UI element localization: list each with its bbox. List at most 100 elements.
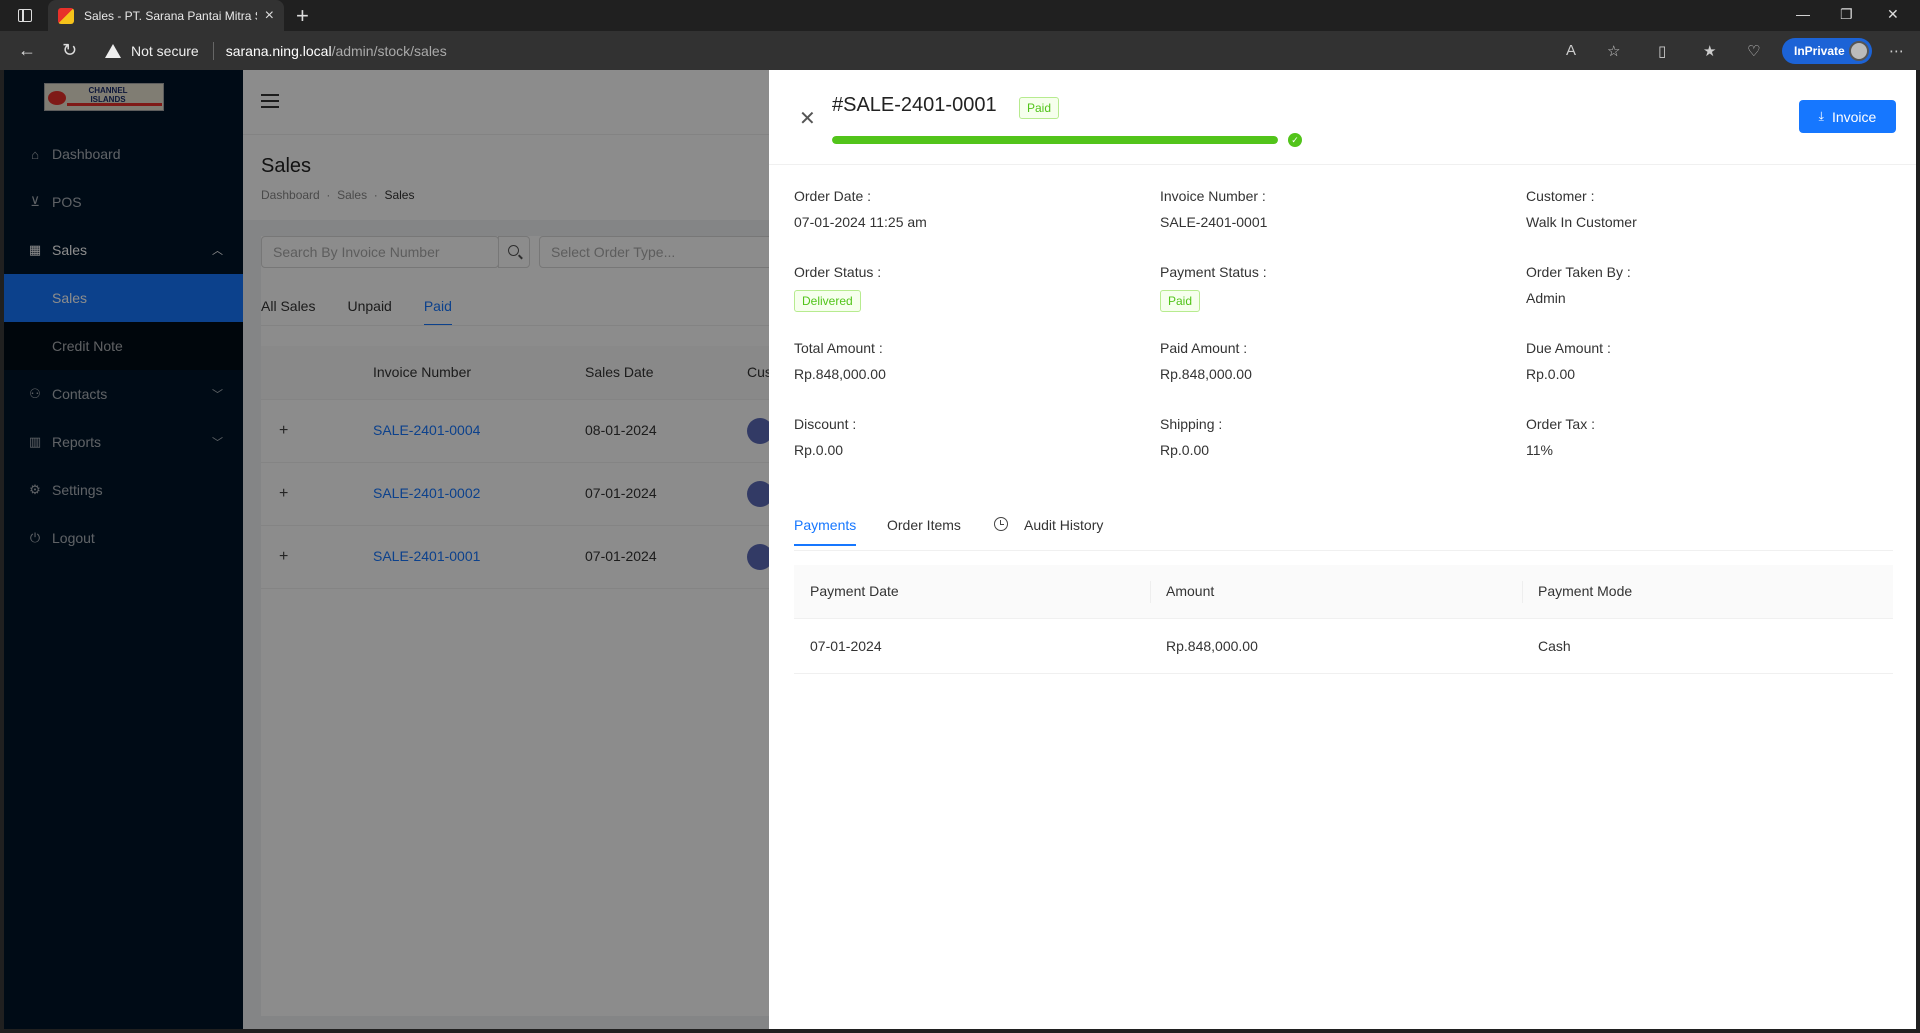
due-amount-value: Rp.0.00: [1526, 366, 1576, 382]
back-icon[interactable]: ←: [18, 40, 36, 61]
invoice-number-value: SALE-2401-0001: [1160, 214, 1268, 230]
drawer-header: ✕ #SALE-2401-0001 Paid ✓ ⤓ Invoice: [769, 70, 1916, 165]
discount-value: Rp.0.00: [794, 442, 844, 458]
order-tax-field: Order Tax : 11%: [1526, 416, 1856, 458]
field-label: Payment Status :: [1160, 264, 1267, 280]
table-row: 07-01-2024 Rp.848,000.00 Cash: [794, 619, 1893, 674]
download-icon: ⤓: [1818, 109, 1824, 123]
payment-date: 07-01-2024: [810, 638, 882, 654]
field-label-text: Discount: [794, 416, 849, 432]
payments-table: Payment Date Amount Payment Mode 07-01-2…: [794, 565, 1893, 674]
payment-amount: Rp.848,000.00: [1166, 638, 1258, 654]
more-icon[interactable]: ⋯: [1889, 42, 1904, 60]
sale-detail-drawer: ✕ #SALE-2401-0001 Paid ✓ ⤓ Invoice Order…: [769, 70, 1916, 1029]
close-icon[interactable]: ✕: [799, 106, 816, 131]
field-label-text: Invoice Number: [1160, 188, 1259, 204]
due-amount-field: Due Amount : Rp.0.00: [1526, 340, 1856, 382]
tab-audit-history[interactable]: Audit History: [1024, 517, 1103, 544]
order-tax-value: 11%: [1526, 442, 1553, 458]
invoice-button-label: Invoice: [1831, 108, 1877, 125]
shipping-field: Shipping : Rp.0.00: [1160, 416, 1490, 458]
browser-essentials-icon[interactable]: ♡: [1747, 42, 1760, 60]
field-label-text: Order Status: [794, 264, 874, 280]
paid-amount-value: Rp.848,000.00: [1160, 366, 1252, 382]
discount-field: Discount : Rp.0.00: [794, 416, 1124, 458]
inprivate-label: InPrivate: [1794, 44, 1845, 58]
tab-title: Sales - PT. Sarana Pantai Mitra Se: [84, 8, 257, 23]
browser-tab[interactable]: Sales - PT. Sarana Pantai Mitra Se ×: [48, 0, 284, 31]
table-header: Payment Date Amount Payment Mode: [794, 565, 1893, 619]
field-label: Shipping :: [1160, 416, 1223, 432]
refresh-icon[interactable]: ↻: [62, 40, 77, 61]
field-label: Order Status :: [794, 264, 882, 280]
field-label: Customer :: [1526, 188, 1595, 204]
field-label: Invoice Number :: [1160, 188, 1266, 204]
favorite-star-icon[interactable]: ☆: [1607, 42, 1620, 60]
field-label: Order Tax :: [1526, 416, 1595, 432]
order-taken-by-field: Order Taken By : Admin: [1526, 264, 1856, 306]
field-label: Total Amount :: [794, 340, 883, 356]
column-header: Payment Date: [810, 583, 899, 599]
total-amount-value: Rp.848,000.00: [794, 366, 886, 382]
restore-icon[interactable]: ❐: [1840, 6, 1853, 23]
warning-icon: [105, 44, 121, 58]
minimize-icon[interactable]: —: [1796, 6, 1810, 22]
column-divider: [1522, 581, 1523, 603]
customer-value: Walk In Customer: [1526, 214, 1637, 230]
field-label-text: Payment Status: [1160, 264, 1259, 280]
tab-payments[interactable]: Payments: [794, 517, 857, 546]
progress-fill: [832, 136, 1278, 144]
shipping-value: Rp.0.00: [1160, 442, 1210, 458]
order-date-value: 07-01-2024 11:25 am: [794, 214, 927, 230]
close-tab-icon[interactable]: ×: [265, 7, 274, 25]
field-label-text: Shipping: [1160, 416, 1215, 432]
favorites-icon[interactable]: ★: [1703, 42, 1716, 60]
browser-tab-bar: Sales - PT. Sarana Pantai Mitra Se × + —…: [0, 0, 1920, 31]
field-label-text: Customer: [1526, 188, 1587, 204]
order-date-field: Order Date : 07-01-2024 11:25 am: [794, 188, 1124, 230]
split-screen-icon[interactable]: ▯: [1658, 42, 1666, 60]
tab-order-items[interactable]: Order Items: [887, 517, 961, 544]
field-label: Order Taken By :: [1526, 264, 1631, 280]
favicon-icon: [58, 7, 74, 24]
address-bar: ← ↻ Not secure sarana.ning.local /admin/…: [0, 31, 1920, 70]
detail-tabs: Payments Order Items Audit History: [794, 507, 1893, 551]
field-label-text: Due Amount: [1526, 340, 1604, 356]
status-badge: Paid: [1019, 97, 1060, 119]
tab-actions-icon[interactable]: [18, 9, 32, 22]
order-status-field: Order Status : Delivered: [794, 264, 1124, 312]
download-invoice-button[interactable]: ⤓ Invoice: [1799, 100, 1896, 133]
inprivate-button[interactable]: InPrivate: [1782, 38, 1872, 64]
field-label-text: Order Tax: [1526, 416, 1588, 432]
payment-status-field: Payment Status : Paid: [1160, 264, 1490, 312]
divider: [212, 42, 214, 60]
order-status-badge: Delivered: [794, 290, 861, 312]
app: CHANNEL ISLANDS ⌂ Dashboard ⊻ POS ▦ Sale…: [4, 70, 1916, 1029]
url-path: /admin/stock/sales: [331, 43, 447, 59]
total-amount-field: Total Amount : Rp.848,000.00: [794, 340, 1124, 382]
new-tab-icon[interactable]: +: [296, 3, 309, 29]
invoice-number-field: Invoice Number : SALE-2401-0001: [1160, 188, 1490, 230]
field-label-text: Order Date: [794, 188, 864, 204]
check-circle-icon: ✓: [1288, 133, 1302, 147]
read-aloud-icon[interactable]: A: [1566, 42, 1576, 59]
profile-avatar: [1849, 41, 1869, 61]
url-host: sarana.ning.local: [225, 43, 332, 59]
field-label-text: Order Taken By: [1526, 264, 1624, 280]
payment-status-badge: Paid: [1160, 290, 1201, 312]
field-label-text: Total Amount: [794, 340, 875, 356]
field-label: Due Amount :: [1526, 340, 1611, 356]
drawer-title: #SALE-2401-0001: [832, 94, 997, 116]
close-window-icon[interactable]: ✕: [1887, 6, 1899, 23]
history-icon: [994, 517, 1008, 531]
order-progress-bar: [832, 136, 1278, 144]
order-taken-by-value: Admin: [1526, 290, 1566, 306]
field-label-text: Paid Amount: [1160, 340, 1240, 356]
field-label: Discount :: [794, 416, 857, 432]
payment-mode: Cash: [1538, 638, 1571, 654]
field-label: Paid Amount :: [1160, 340, 1248, 356]
column-header: Amount: [1166, 583, 1215, 599]
column-header: Payment Mode: [1538, 583, 1633, 599]
customer-field: Customer : Walk In Customer: [1526, 188, 1856, 230]
url-field[interactable]: Not secure sarana.ning.local /admin/stoc…: [105, 36, 1645, 66]
